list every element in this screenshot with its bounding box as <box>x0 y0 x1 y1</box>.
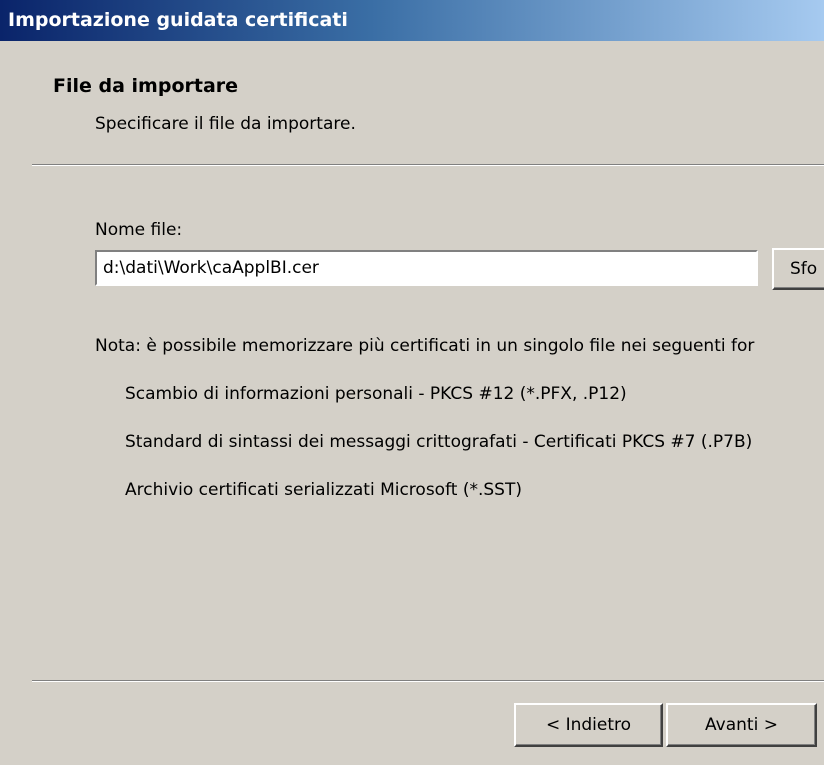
file-name-label: Nome file: <box>95 220 183 240</box>
back-button[interactable]: < Indietro <box>514 703 663 747</box>
format-item-sst: Archivio certificati serializzati Micros… <box>125 480 522 500</box>
format-item-pkcs7: Standard di sintassi dei messaggi critto… <box>125 432 753 452</box>
window-title: Importazione guidata certificati <box>8 9 348 31</box>
page-title: File da importare <box>53 75 239 97</box>
next-button[interactable]: Avanti > <box>666 703 817 747</box>
title-bar[interactable]: Importazione guidata certificati <box>0 0 824 41</box>
format-item-pkcs12: Scambio di informazioni personali - PKCS… <box>125 384 627 404</box>
header-separator <box>32 164 824 166</box>
page-subtitle: Specificare il file da importare. <box>95 114 356 134</box>
browse-button[interactable]: Sfo <box>772 248 824 290</box>
footer-separator <box>32 680 824 682</box>
note-text: Nota: è possibile memorizzare più certif… <box>95 336 755 356</box>
file-name-input[interactable] <box>95 250 758 286</box>
